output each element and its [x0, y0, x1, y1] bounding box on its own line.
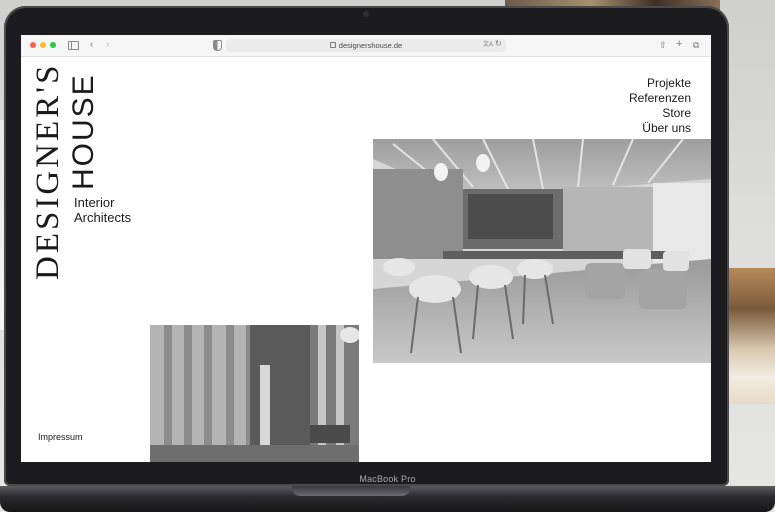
- privacy-shield-icon[interactable]: [213, 40, 222, 51]
- address-bar[interactable]: designershouse.de: [226, 39, 506, 52]
- zoom-window-button[interactable]: [50, 42, 56, 48]
- impressum-link[interactable]: Impressum: [38, 432, 83, 442]
- logo-line2: HOUSE: [67, 73, 100, 190]
- close-window-button[interactable]: [30, 42, 36, 48]
- share-icon[interactable]: ⇧: [659, 39, 667, 51]
- camera-icon: [363, 11, 369, 17]
- project-photo-bar[interactable]: [373, 139, 711, 363]
- logo-line1: DESIGNER'S: [30, 62, 66, 280]
- browser-window: ‹ › designershouse.de 文A ↻ ⇧ + ⧉ DESIGNE…: [21, 35, 711, 462]
- tab-overview-icon[interactable]: ⧉: [693, 39, 699, 51]
- project-photo-lobby[interactable]: [150, 325, 359, 462]
- url-text: designershouse.de: [338, 41, 403, 50]
- browser-toolbar: ‹ › designershouse.de 文A ↻ ⇧ + ⧉: [21, 35, 711, 57]
- forward-icon[interactable]: ›: [106, 39, 109, 51]
- main-nav: Projekte Referenzen Store Über uns: [629, 76, 691, 136]
- laptop-hinge-notch: [292, 486, 410, 496]
- sidebar-toggle-icon[interactable]: [68, 41, 79, 50]
- background-photo-right: [728, 268, 775, 404]
- logo-secondary[interactable]: HOUSE: [66, 70, 101, 190]
- tagline-line1: Interior: [74, 195, 115, 210]
- device-brand-label: MacBook Pro: [359, 474, 416, 484]
- tagline: Interior Architects: [74, 195, 131, 225]
- lobby-interior-image: [150, 325, 359, 462]
- minimize-window-button[interactable]: [40, 42, 46, 48]
- translate-icon[interactable]: 文A: [483, 39, 493, 51]
- address-text: designershouse.de: [226, 40, 506, 51]
- logo[interactable]: DESIGNER'S: [29, 62, 67, 280]
- back-icon[interactable]: ‹: [90, 39, 93, 51]
- nav-ueber-uns[interactable]: Über uns: [629, 121, 691, 136]
- nav-projekte[interactable]: Projekte: [629, 76, 691, 91]
- tagline-line2: Architects: [74, 210, 132, 225]
- reload-icon[interactable]: ↻: [495, 38, 502, 50]
- new-tab-icon[interactable]: +: [676, 38, 682, 50]
- nav-referenzen[interactable]: Referenzen: [629, 91, 691, 106]
- bar-interior-image: [373, 139, 711, 363]
- lock-icon: [329, 42, 336, 48]
- nav-store[interactable]: Store: [629, 106, 691, 121]
